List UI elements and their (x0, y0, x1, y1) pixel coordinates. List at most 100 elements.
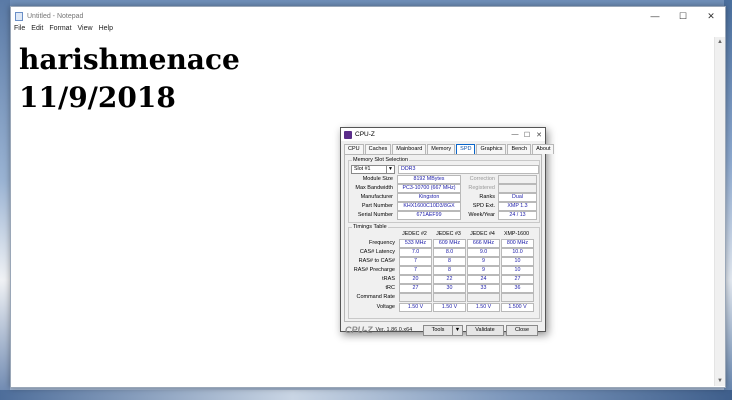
timing-row-label: RAS# to CAS# (358, 258, 395, 264)
timing-cell: 20 (399, 275, 432, 284)
timing-cell: 36 (501, 284, 534, 293)
timing-row-label: Command Rate (356, 294, 395, 300)
timing-cell: 30 (433, 284, 466, 293)
desktop-background-left (0, 0, 10, 400)
desktop-background-bottom (0, 390, 732, 400)
cpuz-logo-icon (344, 130, 352, 139)
week-year-value: 24 / 13 (498, 211, 537, 220)
tab-graphics[interactable]: Graphics (476, 144, 507, 154)
menu-edit[interactable]: Edit (31, 25, 43, 37)
module-size-value: 8192 MBytes (397, 175, 461, 184)
timing-cell: 1.500 V (501, 303, 534, 312)
menu-file[interactable]: File (14, 25, 25, 37)
correction-label: Correction (469, 176, 495, 182)
version-label: Ver. 1.86.0.x64 (375, 327, 413, 333)
timing-cell: 8 (433, 266, 466, 275)
timing-cell: 666 MHz (467, 239, 500, 248)
notepad-titlebar[interactable]: Untitled - Notepad — ☐ ✕ (11, 7, 725, 25)
tools-dropdown-chevron-down-icon[interactable]: ▼ (452, 325, 463, 336)
menu-help[interactable]: Help (99, 25, 113, 37)
timing-cell (433, 293, 466, 302)
timing-cell: 1.50 V (467, 303, 500, 312)
scroll-up-icon[interactable]: ▲ (715, 37, 725, 47)
timing-cell: 7 (399, 266, 432, 275)
timing-cell: 7.0 (399, 248, 432, 257)
correction-value (498, 175, 537, 184)
timing-row-label: Frequency (369, 240, 395, 246)
tab-memory[interactable]: Memory (427, 144, 456, 154)
timing-row-label: RAS# Precharge (353, 267, 395, 273)
tab-spd[interactable]: SPD (456, 144, 476, 154)
serial-number-value: 671AEF99 (397, 211, 461, 220)
timings-table-label: Timings Table (352, 224, 388, 230)
cpuz-close-button[interactable]: ✕ (533, 131, 545, 139)
spd-panel: Memory Slot Selection Slot #1 ▼ DDR3 Mod… (344, 154, 542, 322)
timing-cell (467, 293, 500, 302)
module-size-label: Module Size (362, 176, 393, 182)
timing-cell: 7 (399, 257, 432, 266)
chevron-down-icon: ▼ (386, 166, 394, 173)
memory-slot-group-label: Memory Slot Selection (352, 157, 410, 163)
minimize-button[interactable]: — (641, 11, 669, 22)
timing-cell (501, 293, 534, 302)
slot-select-value: Slot #1 (354, 166, 371, 172)
part-number-label: Part Number (361, 203, 393, 209)
notepad-text-area[interactable]: harishmenace 11/9/2018 (11, 37, 725, 121)
spd-ext-value: XMP 1.3 (498, 202, 537, 211)
timings-table-group: Timings Table JEDEC #2 JEDEC #3 JEDEC #4… (348, 224, 540, 319)
ranks-value: Dual (498, 193, 537, 202)
spd-ext-label: SPD Ext. (472, 203, 495, 209)
cpuz-maximize-button[interactable]: ☐ (521, 131, 533, 139)
column-header: JEDEC #2 (402, 231, 427, 237)
cpuz-brand-logo: CPU-Z (345, 325, 373, 335)
timing-row-label: CAS# Latency (359, 249, 395, 255)
tools-button[interactable]: Tools (423, 325, 453, 336)
validate-button[interactable]: Validate (466, 325, 504, 336)
timing-cell: 9.0 (467, 248, 500, 257)
timing-cell: 8.0 (433, 248, 466, 257)
timing-cell: 33 (467, 284, 500, 293)
manufacturer-value: Kingston (397, 193, 461, 202)
menu-format[interactable]: Format (49, 25, 71, 37)
notepad-icon (15, 11, 23, 21)
scroll-down-icon[interactable]: ▼ (715, 376, 725, 386)
cpuz-titlebar[interactable]: CPU-Z — ☐ ✕ (341, 128, 545, 141)
tab-mainboard[interactable]: Mainboard (392, 144, 427, 154)
maximize-button[interactable]: ☐ (669, 11, 697, 22)
close-button[interactable]: Close (506, 325, 538, 336)
timing-row-label: tRC (385, 285, 395, 291)
registered-value (498, 184, 537, 193)
cpuz-tab-bar: CPU Caches Mainboard Memory SPD Graphics… (341, 141, 555, 154)
part-number-value: KHX1600C10D3/8GX (397, 202, 461, 211)
timing-cell: 9 (467, 266, 500, 275)
registered-label: Registered (468, 185, 495, 191)
timing-cell: 27 (501, 275, 534, 284)
timing-cell: 1.50 V (399, 303, 432, 312)
tab-bench[interactable]: Bench (507, 144, 532, 154)
timing-cell: 10 (501, 266, 534, 275)
tab-cpu[interactable]: CPU (344, 144, 364, 154)
serial-number-label: Serial Number (357, 212, 393, 218)
timing-cell: 1.50 V (433, 303, 466, 312)
tab-about[interactable]: About (532, 144, 555, 154)
timing-cell: 10.0 (501, 248, 534, 257)
slot-select[interactable]: Slot #1 ▼ (351, 165, 395, 174)
column-header: XMP-1600 (503, 231, 530, 237)
ranks-label: Ranks (479, 194, 495, 200)
timing-cell: 8 (433, 257, 466, 266)
manufacturer-label: Manufacturer (360, 194, 393, 200)
memory-slot-group: Memory Slot Selection Slot #1 ▼ DDR3 Mod… (348, 157, 540, 223)
cpuz-minimize-button[interactable]: — (509, 131, 521, 139)
timing-cell (399, 293, 432, 302)
notepad-menubar: File Edit Format View Help (11, 25, 725, 37)
menu-view[interactable]: View (78, 25, 93, 37)
column-header: JEDEC #3 (436, 231, 461, 237)
timing-cell: 22 (433, 275, 466, 284)
memory-type-value: DDR3 (398, 165, 539, 174)
timing-cell: 10 (501, 257, 534, 266)
timing-row-label: tRAS (382, 276, 395, 282)
vertical-scrollbar[interactable]: ▲ ▼ (714, 37, 725, 386)
tab-caches[interactable]: Caches (364, 144, 392, 154)
timing-cell: 9 (467, 257, 500, 266)
close-button[interactable]: ✕ (697, 11, 725, 22)
